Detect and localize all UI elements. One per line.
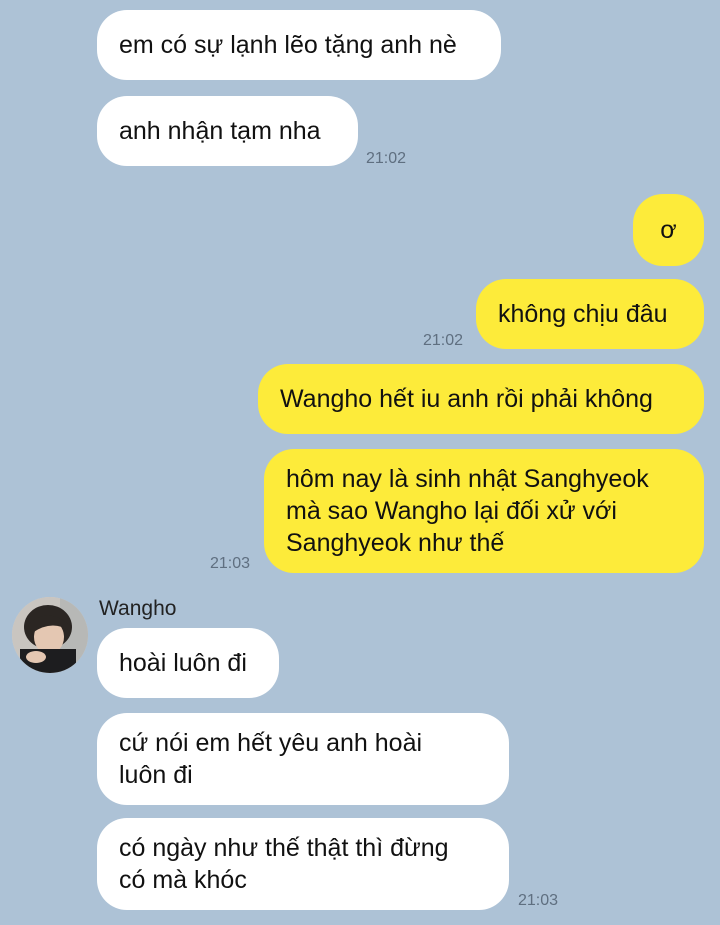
message-timestamp: 21:03 bbox=[518, 892, 559, 909]
profile-photo-icon bbox=[12, 597, 88, 673]
message-bubble[interactable]: anh nhận tạm nha bbox=[97, 96, 358, 166]
message-bubble[interactable]: ơ bbox=[633, 194, 704, 266]
message-timestamp: 21:02 bbox=[423, 332, 464, 349]
sender-avatar[interactable] bbox=[12, 597, 88, 673]
message-timestamp: 21:02 bbox=[366, 150, 407, 167]
message-bubble[interactable]: không chịu đâu bbox=[476, 279, 704, 349]
message-bubble[interactable]: hôm nay là sinh nhật Sanghyeok mà sao Wa… bbox=[264, 449, 704, 573]
message-bubble[interactable]: cứ nói em hết yêu anh hoài luôn đi bbox=[97, 713, 509, 805]
sender-name: Wangho bbox=[99, 597, 177, 620]
message-bubble[interactable]: hoài luôn đi bbox=[97, 628, 279, 698]
message-bubble[interactable]: có ngày như thế thật thì đừng có mà khóc bbox=[97, 818, 509, 910]
message-timestamp: 21:03 bbox=[210, 555, 251, 572]
message-bubble[interactable]: Wangho hết iu anh rồi phải không bbox=[258, 364, 704, 434]
message-bubble[interactable]: em có sự lạnh lẽo tặng anh nè bbox=[97, 10, 501, 80]
